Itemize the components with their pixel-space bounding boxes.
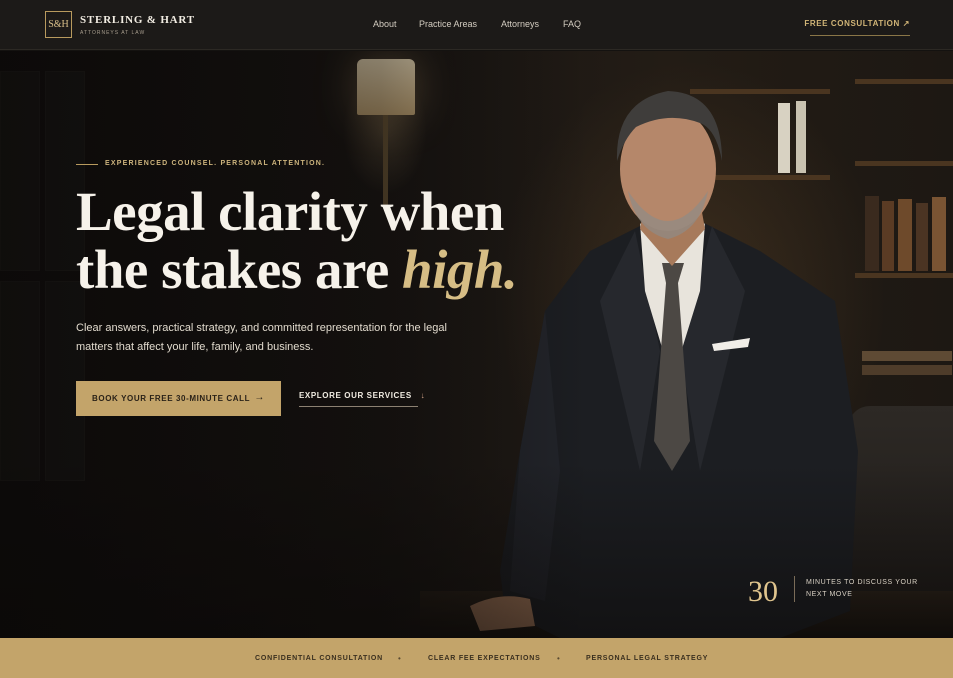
nav-link-attorneys[interactable]: Attorneys <box>501 19 539 29</box>
arrow-down-icon: ↓ <box>420 391 426 400</box>
explore-services-link[interactable]: EXPLORE OUR SERVICES ↓ <box>299 391 425 400</box>
stat-number: 30 <box>748 575 778 608</box>
eyebrow-rule <box>76 164 98 165</box>
logo-mark[interactable]: S&H <box>45 11 72 38</box>
trust-item-strategy: PERSONAL LEGAL STRATEGY <box>586 655 709 662</box>
brand-tagline: ATTORNEYS AT LAW <box>80 30 146 36</box>
stat-divider <box>794 576 795 602</box>
hero-subtext: Clear answers, practical strategy, and c… <box>76 322 447 353</box>
headline-line-1: Legal clarity when <box>76 181 504 242</box>
book-call-label: BOOK YOUR FREE 30-MINUTE CALL <box>92 394 251 403</box>
headline-line-2: the stakes are <box>76 239 403 300</box>
book-call-button[interactable]: BOOK YOUR FREE 30-MINUTE CALL → <box>76 381 281 416</box>
trust-item-confidential: CONFIDENTIAL CONSULTATION <box>255 655 383 662</box>
free-consultation-link[interactable]: FREE CONSULTATION ↗ <box>804 19 910 28</box>
nav-link-faq[interactable]: FAQ <box>563 19 581 29</box>
top-navigation: S&H STERLING & HART ATTORNEYS AT LAW Abo… <box>0 0 953 50</box>
arrow-right-icon: → <box>254 392 265 403</box>
headline-accent: high. <box>402 239 518 300</box>
stat-label: MINUTES TO DISCUSS YOUR NEXT MOVE <box>806 579 918 598</box>
nav-link-about[interactable]: About <box>373 19 397 29</box>
separator-dot: • <box>398 654 401 663</box>
separator-dot: • <box>557 654 560 663</box>
trust-item-fees: CLEAR FEE EXPECTATIONS <box>428 655 541 662</box>
explore-underline <box>299 406 418 407</box>
explore-services-label: EXPLORE OUR SERVICES <box>299 391 412 400</box>
nav-link-practice-areas[interactable]: Practice Areas <box>419 19 477 29</box>
hero-headline: Legal clarity when the stakes are high. <box>76 183 576 299</box>
nav-cta-underline <box>810 35 910 36</box>
hero-section: EXPERIENCED COUNSEL. PERSONAL ATTENTION.… <box>0 51 953 638</box>
brand-name[interactable]: STERLING & HART <box>80 14 195 26</box>
trust-bar: CONFIDENTIAL CONSULTATION • CLEAR FEE EX… <box>0 638 953 678</box>
hero-eyebrow: EXPERIENCED COUNSEL. PERSONAL ATTENTION. <box>105 160 326 167</box>
